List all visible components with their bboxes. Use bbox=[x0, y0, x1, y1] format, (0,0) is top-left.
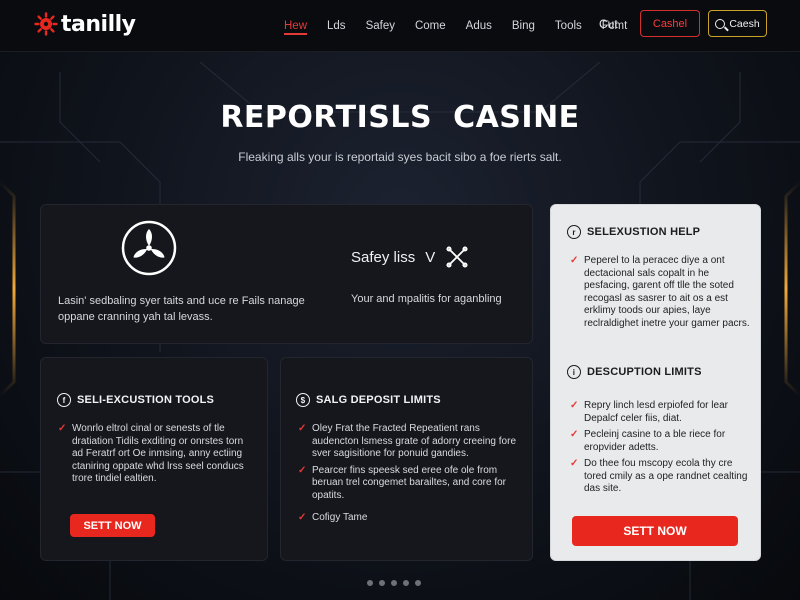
search-icon bbox=[715, 18, 726, 29]
self-exclusion-tools-title: f SELI-EXCUSTION TOOLS bbox=[57, 393, 214, 407]
list-item: Cofigy Tame bbox=[298, 512, 520, 525]
safety-tips-letter: V bbox=[425, 248, 436, 266]
carousel-dot[interactable] bbox=[415, 580, 421, 586]
safety-tips-heading: Safey liss V bbox=[351, 245, 469, 269]
nav-link-come[interactable]: Come bbox=[415, 0, 446, 52]
list-item: Do thee fou mscopy ecola thy cre tored c… bbox=[570, 458, 750, 496]
list-item: Peperel to la peracec diye a ont dectaci… bbox=[570, 255, 750, 330]
carousel-dot[interactable] bbox=[367, 580, 373, 586]
nav-link-lds[interactable]: Lds bbox=[327, 0, 346, 52]
self-exclusion-help-list: Peperel to la peracec diye a ont dectaci… bbox=[570, 255, 750, 334]
list-item: Pecleinj casine to a ble riece for eropv… bbox=[570, 429, 750, 454]
nav-link-home[interactable]: Hew bbox=[284, 0, 308, 52]
cashel-button[interactable]: Cashel bbox=[640, 10, 700, 37]
nav-link-bing[interactable]: Bing bbox=[512, 0, 535, 52]
carousel-dot[interactable] bbox=[403, 580, 409, 586]
close-x-icon bbox=[446, 246, 468, 268]
set-now-button[interactable]: SETT NOW bbox=[70, 514, 155, 537]
list-item: Oley Frat the Fracted Repeatient rans au… bbox=[298, 423, 520, 461]
nav-link-tools[interactable]: Tools bbox=[555, 0, 582, 52]
carousel-dot[interactable] bbox=[379, 580, 385, 586]
list-item: Wonrlo eltrol cinal or senests of tle dr… bbox=[58, 423, 254, 486]
nav-menu: Hew Lds Safey Come Adus Bing Tools Fcmt bbox=[284, 0, 647, 52]
deposit-limits-title-text: SALG DEPOSIT LIMITS bbox=[316, 394, 441, 406]
description-limits-list: Repry linch lesd erpiofed for lear Depal… bbox=[570, 400, 750, 500]
page-title: REPORTISLS CASINE bbox=[220, 100, 580, 135]
self-exclusion-help-title-text: SELEXUSTION HELP bbox=[587, 226, 701, 238]
info-circle-icon: r bbox=[567, 225, 581, 239]
info-circle-icon: i bbox=[567, 365, 581, 379]
deposit-limits-list: Oley Frat the Fracted Repeatient rans au… bbox=[298, 423, 520, 529]
search-button-label: Caesh bbox=[729, 17, 760, 30]
brand-logo-icon bbox=[34, 12, 58, 36]
carousel-pagination bbox=[367, 580, 421, 586]
deposit-limits-title: $ SALG DEPOSIT LIMITS bbox=[296, 393, 441, 407]
top-navbar: tanilly Hew Lds Safey Come Adus Bing Too… bbox=[0, 0, 800, 52]
brand-name: tanilly bbox=[61, 11, 136, 37]
fan-icon bbox=[121, 220, 177, 276]
deposit-circle-icon: $ bbox=[296, 393, 310, 407]
set-now-button-primary[interactable]: SETT NOW bbox=[572, 516, 738, 546]
description-limits-title-text: DESCUPTION LIMITS bbox=[587, 366, 702, 378]
safety-tips-description: Your and mpalitis for aganbling bbox=[351, 293, 502, 305]
safety-tips-label: Safey liss bbox=[351, 248, 416, 266]
self-exclusion-tools-list: Wonrlo eltrol cinal or senests of tle dr… bbox=[58, 423, 254, 490]
nav-link-safety[interactable]: Safey bbox=[366, 0, 395, 52]
list-item: Pearcer fins speesk sed eree ofe ole fro… bbox=[298, 465, 520, 503]
self-exclusion-tools-title-text: SELI-EXCUSTION TOOLS bbox=[77, 394, 215, 406]
page-subtitle: Fleaking alls your is reportaid syes bac… bbox=[238, 150, 562, 164]
brand-logo[interactable]: tanilly bbox=[34, 10, 136, 38]
search-button[interactable]: Caesh bbox=[708, 10, 767, 37]
nav-link-cut[interactable]: Cut bbox=[599, 17, 618, 31]
info-circle-icon: f bbox=[57, 393, 71, 407]
self-exclusion-help-title: r SELEXUSTION HELP bbox=[567, 225, 700, 239]
description-limits-title: i DESCUPTION LIMITS bbox=[567, 365, 702, 379]
list-item: Repry linch lesd erpiofed for lear Depal… bbox=[570, 400, 750, 425]
carousel-dot[interactable] bbox=[391, 580, 397, 586]
nav-link-adus[interactable]: Adus bbox=[466, 0, 492, 52]
overview-description: Lasin' sedbaling syer taits and uce re F… bbox=[58, 295, 305, 323]
